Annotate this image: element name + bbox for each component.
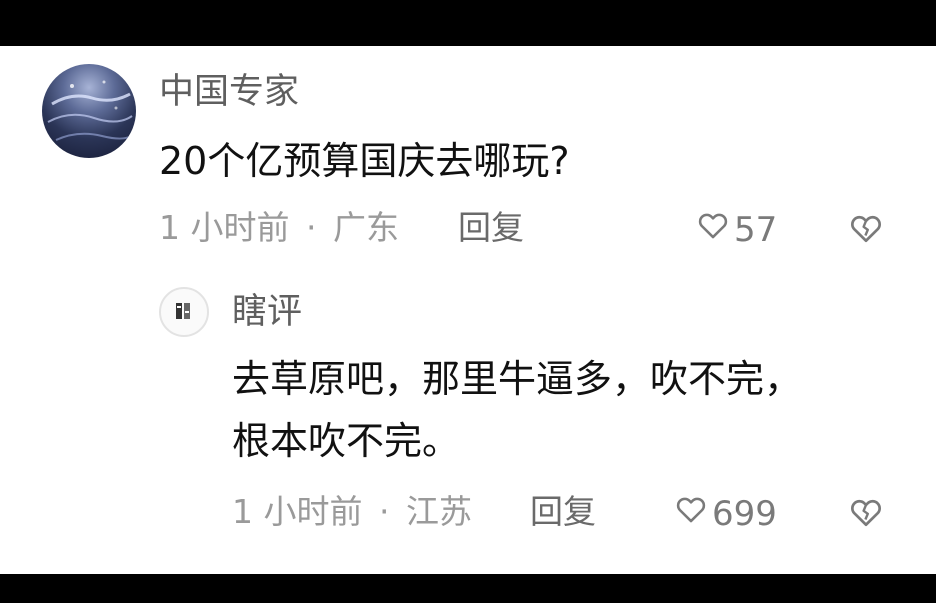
meta-separator: · [379, 492, 390, 531]
reply-like-count: 699 [712, 493, 777, 534]
comment-location: 广东 [333, 208, 399, 247]
screenshot-frame: 中国专家 20个亿预算国庆去哪玩? 1 小时前 · 广东 回复 57 瞎评 去草… [0, 0, 936, 603]
user-avatar[interactable] [42, 64, 136, 158]
reply-location: 江苏 [406, 492, 472, 531]
reply-meta: 1 小时前 · 江苏 [232, 492, 472, 532]
broken-heart-icon [848, 215, 884, 250]
reply-text-line1: 去草原吧，那里牛逼多，吹不完， [232, 357, 803, 401]
heart-outline-icon [674, 492, 708, 535]
meta-separator: · [306, 208, 317, 247]
reply-text-line2: 根本吹不完。 [232, 419, 461, 463]
comment-panel: 中国专家 20个亿预算国庆去哪玩? 1 小时前 · 广东 回复 57 瞎评 去草… [0, 46, 936, 574]
broken-heart-icon [848, 499, 884, 534]
reply-avatar[interactable] [159, 287, 209, 337]
comment-author[interactable]: 中国专家 [159, 72, 299, 112]
like-button[interactable]: 57 [696, 208, 777, 251]
comment-time: 1 小时前 [159, 208, 290, 247]
comment-text: 20个亿预算国庆去哪玩? [159, 139, 570, 183]
reply-dislike-button[interactable] [848, 494, 884, 530]
reply-reply-button[interactable]: 回复 [530, 492, 596, 532]
heart-outline-icon [696, 208, 730, 251]
reply-like-button[interactable]: 699 [674, 492, 777, 535]
reply-button[interactable]: 回复 [458, 208, 524, 248]
reply-author[interactable]: 瞎评 [232, 292, 302, 332]
reply-time: 1 小时前 [232, 492, 363, 531]
dislike-button[interactable] [848, 210, 884, 246]
like-count: 57 [734, 209, 778, 250]
comment-meta: 1 小时前 · 广东 [159, 208, 399, 248]
